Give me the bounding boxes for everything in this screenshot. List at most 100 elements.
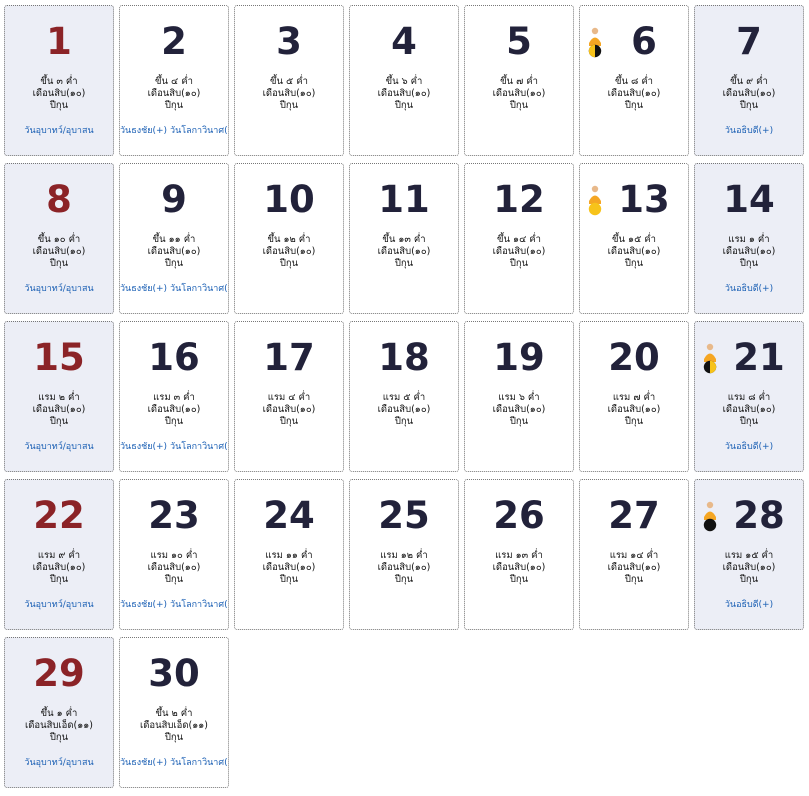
auspicious-day-link[interactable]: วันโลกาวินาศ(-) (170, 284, 228, 294)
day-number: 9 (161, 178, 187, 221)
lunar-year-text: ปีกุน (624, 100, 644, 111)
auspicious-day-link[interactable]: วันธงชัย(+) (120, 758, 167, 768)
calendar-day-cell[interactable]: 18 แรม ๕ ค่ำ เดือนสิบ(๑๐) ปีกุน (349, 321, 459, 472)
calendar-day-cell[interactable]: 25 แรม ๑๒ ค่ำ เดือนสิบ(๑๐) ปีกุน (349, 479, 459, 630)
calendar-day-cell[interactable]: 4 ขึ้น ๖ ค่ำ เดือนสิบ(๑๐) ปีกุน (349, 5, 459, 156)
lunar-date-text: ขึ้น ๙ ค่ำ (730, 76, 768, 87)
calendar-day-cell[interactable]: 19 แรม ๖ ค่ำ เดือนสิบ(๑๐) ปีกุน (464, 321, 574, 472)
buddhist-holy-day-marker (701, 342, 719, 374)
auspicious-day-link[interactable]: วันอธิบดี(+) (725, 442, 773, 452)
calendar-day-cell[interactable]: 28 แรม ๑๕ ค่ำ เดือนสิบ(๑๐) ปีกุน วันอธิบดี(+… (694, 479, 804, 630)
lunar-date-text: แรม ๖ ค่ำ (498, 392, 540, 403)
lunar-year-text: ปีกุน (509, 416, 529, 427)
auspicious-day-link[interactable]: วันธงชัย(+) (120, 284, 167, 294)
lunar-month-text: เดือนสิบ(๑๐) (262, 246, 316, 257)
lunar-date-text: แรม ๙ ค่ำ (37, 550, 81, 561)
lunar-date-text: แรม ๑๔ ค่ำ (609, 550, 659, 561)
lunar-date-text: ขึ้น ๑๔ ค่ำ (497, 234, 541, 245)
calendar-day-cell[interactable]: 30 ขึ้น ๒ ค่ำ เดือนสิบเอ็ด(๑๑) ปีกุน วันธงชั… (119, 637, 229, 788)
lunar-date-text: ขึ้น ๕ ค่ำ (270, 76, 308, 87)
lunar-year-text: ปีกุน (164, 574, 184, 585)
lunar-month-text: เดือนสิบ(๑๐) (32, 88, 86, 99)
day-number: 3 (276, 20, 302, 63)
lunar-month-text: เดือนสิบ(๑๐) (147, 88, 201, 99)
calendar-day-cell[interactable]: 14 แรม ๑ ค่ำ เดือนสิบ(๑๐) ปีกุน วันอธิบดี(+) (694, 163, 804, 314)
lunar-year-text: ปีกุน (279, 574, 299, 585)
auspicious-day-link[interactable]: วันธงชัย(+) (120, 442, 167, 452)
day-number: 19 (493, 336, 545, 379)
lunar-date-text: แรม ๓ ค่ำ (153, 392, 195, 403)
calendar-day-cell[interactable]: 10 ขึ้น ๑๒ ค่ำ เดือนสิบ(๑๐) ปีกุน (234, 163, 344, 314)
lunar-month-text: เดือนสิบ(๑๐) (262, 562, 316, 573)
day-number: 22 (33, 494, 85, 537)
calendar-day-cell[interactable]: 17 แรม ๔ ค่ำ เดือนสิบ(๑๐) ปีกุน (234, 321, 344, 472)
calendar-day-cell[interactable]: 26 แรม ๑๓ ค่ำ เดือนสิบ(๑๐) ปีกุน (464, 479, 574, 630)
calendar-day-cell[interactable]: 6 ขึ้น ๘ ค่ำ เดือนสิบ(๑๐) ปีกุน (579, 5, 689, 156)
calendar-day-cell[interactable]: 13 ขึ้น ๑๕ ค่ำ เดือนสิบ(๑๐) ปีกุน (579, 163, 689, 314)
auspicious-day-link[interactable]: วันธงชัย(+) (120, 126, 167, 136)
lunar-date-text: ขึ้น ๑๐ ค่ำ (37, 234, 81, 245)
calendar-day-cell[interactable]: 20 แรม ๗ ค่ำ เดือนสิบ(๑๐) ปีกุน (579, 321, 689, 472)
lunar-month-text: เดือนสิบ(๑๐) (262, 88, 316, 99)
lunar-year-text: ปีกุน (279, 100, 299, 111)
auspicious-day-link[interactable]: วันโลกาวินาศ(-) (170, 126, 228, 136)
calendar-day-cell[interactable]: 24 แรม ๑๑ ค่ำ เดือนสิบ(๑๐) ปีกุน (234, 479, 344, 630)
calendar-day-cell[interactable]: 22 แรม ๙ ค่ำ เดือนสิบ(๑๐) ปีกุน วันอุบาทว์/อ… (4, 479, 114, 630)
auspicious-day-link[interactable]: วันอุบาทว์/อุบาสน (24, 600, 93, 610)
auspicious-day-link[interactable]: วันอุบาทว์/อุบาสน (24, 758, 93, 768)
auspicious-day-link[interactable]: วันโลกาวินาศ(-) (170, 758, 228, 768)
calendar-day-cell[interactable]: 5 ขึ้น ๗ ค่ำ เดือนสิบ(๑๐) ปีกุน (464, 5, 574, 156)
calendar-day-cell[interactable]: 9 ขึ้น ๑๑ ค่ำ เดือนสิบ(๑๐) ปีกุน วันธงชัย(+)… (119, 163, 229, 314)
lunar-date-text: ขึ้น ๔ ค่ำ (155, 76, 193, 87)
lunar-month-text: เดือนสิบ(๑๐) (607, 246, 661, 257)
lunar-month-text: เดือนสิบ(๑๐) (722, 404, 776, 415)
lunar-date-text: แรม ๑๒ ค่ำ (380, 550, 428, 561)
lunar-year-text: ปีกุน (49, 100, 69, 111)
calendar-day-cell[interactable]: 8 ขึ้น ๑๐ ค่ำ เดือนสิบ(๑๐) ปีกุน วันอุบาทว์/… (4, 163, 114, 314)
lunar-month-text: เดือนสิบ(๑๐) (147, 404, 201, 415)
day-number: 23 (148, 494, 200, 537)
day-number: 12 (493, 178, 545, 221)
lunar-year-text: ปีกุน (164, 100, 184, 111)
calendar-day-cell[interactable]: 3 ขึ้น ๕ ค่ำ เดือนสิบ(๑๐) ปีกุน (234, 5, 344, 156)
day-number: 18 (378, 336, 430, 379)
day-number: 16 (148, 336, 200, 379)
calendar-day-cell[interactable]: 16 แรม ๓ ค่ำ เดือนสิบ(๑๐) ปีกุน วันธงชัย(+) ว… (119, 321, 229, 472)
auspicious-day-link[interactable]: วันอธิบดี(+) (725, 284, 773, 294)
auspicious-day-link[interactable]: วันอธิบดี(+) (725, 126, 773, 136)
calendar-day-cell[interactable]: 21 แรม ๘ ค่ำ เดือนสิบ(๑๐) ปีกุน วันอธิบดี(+) (694, 321, 804, 472)
calendar-day-cell[interactable]: 29 ขึ้น ๑ ค่ำ เดือนสิบเอ็ด(๑๑) ปีกุน วันอุบา… (4, 637, 114, 788)
lunar-date-text: แรม ๘ ค่ำ (727, 392, 771, 403)
auspicious-day-link[interactable]: วันธงชัย(+) (120, 600, 167, 610)
calendar-day-cell[interactable]: 12 ขึ้น ๑๔ ค่ำ เดือนสิบ(๑๐) ปีกุน (464, 163, 574, 314)
auspicious-day-link[interactable]: วันอุบาทว์/อุบาสน (24, 284, 93, 294)
lunar-date-text: แรม ๗ ค่ำ (612, 392, 656, 403)
day-number: 15 (33, 336, 85, 379)
lunar-date-text: แรม ๕ ค่ำ (382, 392, 426, 403)
lunar-date-text: ขึ้น ๑๑ ค่ำ (152, 234, 196, 245)
lunar-year-text: ปีกุน (739, 574, 759, 585)
day-number: 10 (263, 178, 315, 221)
auspicious-day-link[interactable]: วันอุบาทว์/อุบาสน (24, 442, 93, 452)
lunar-month-text: เดือนสิบ(๑๐) (492, 562, 546, 573)
lunar-date-text: ขึ้น ๑๓ ค่ำ (382, 234, 426, 245)
calendar-day-cell[interactable]: 27 แรม ๑๔ ค่ำ เดือนสิบ(๑๐) ปีกุน (579, 479, 689, 630)
lunar-month-text: เดือนสิบเอ็ด(๑๑) (24, 720, 94, 731)
auspicious-day-link[interactable]: วันอธิบดี(+) (725, 600, 773, 610)
calendar-day-cell[interactable]: 1 ขึ้น ๓ ค่ำ เดือนสิบ(๑๐) ปีกุน วันอุบาทว์/อ… (4, 5, 114, 156)
auspicious-day-link[interactable]: วันอุบาทว์/อุบาสน (24, 126, 93, 136)
calendar-day-cell[interactable]: 2 ขึ้น ๔ ค่ำ เดือนสิบ(๑๐) ปีกุน วันธงชัย(+) ว… (119, 5, 229, 156)
lunar-month-text: เดือนสิบ(๑๐) (377, 404, 431, 415)
lunar-month-text: เดือนสิบ(๑๐) (492, 246, 546, 257)
calendar-day-cell[interactable]: 23 แรม ๑๐ ค่ำ เดือนสิบ(๑๐) ปีกุน วันธงชัย(+)… (119, 479, 229, 630)
calendar-day-cell[interactable]: 15 แรม ๒ ค่ำ เดือนสิบ(๑๐) ปีกุน วันอุบาทว์/อ… (4, 321, 114, 472)
calendar-day-cell[interactable]: 7 ขึ้น ๙ ค่ำ เดือนสิบ(๑๐) ปีกุน วันอธิบดี(+) (694, 5, 804, 156)
day-number: 25 (378, 494, 430, 537)
lunar-year-text: ปีกุน (394, 258, 414, 269)
auspicious-day-link[interactable]: วันโลกาวินาศ(-) (170, 600, 228, 610)
lunar-year-text: ปีกุน (739, 100, 759, 111)
auspicious-day-link[interactable]: วันโลกาวินาศ(-) (170, 442, 228, 452)
lunar-month-text: เดือนสิบ(๑๐) (262, 404, 316, 415)
calendar-day-cell[interactable]: 11 ขึ้น ๑๓ ค่ำ เดือนสิบ(๑๐) ปีกุน (349, 163, 459, 314)
auspicious-day-links: วันธงชัย(+) วันโลกาวินาศ(-) (120, 125, 228, 137)
